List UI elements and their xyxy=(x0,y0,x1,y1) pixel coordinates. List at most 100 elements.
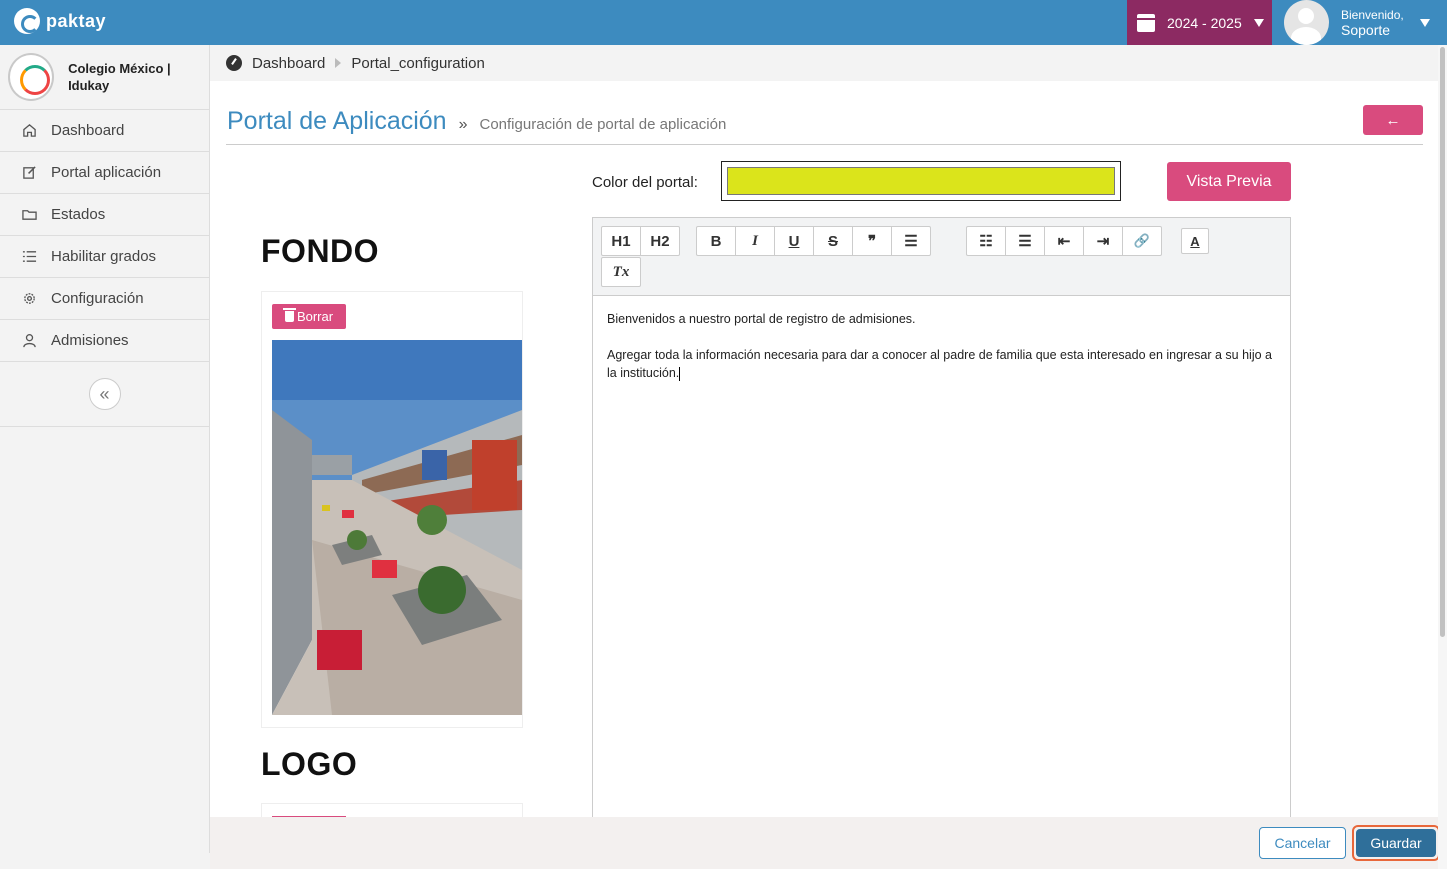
school-name: Colegio México | Idukay xyxy=(68,61,171,93)
brand-logo[interactable]: paktay xyxy=(14,8,106,34)
background-section-title: FONDO xyxy=(261,233,380,269)
brand-name: paktay xyxy=(46,10,107,31)
user-name: Soporte xyxy=(1341,21,1391,38)
editor-toolbar: H1 H2 B I U S ❞ ☰ ☷ ☰ ⇤ ⇥ 🔗 A Tx xyxy=(593,218,1290,296)
school-year-value: 2024 - 2025 xyxy=(1167,14,1242,31)
logo-section-title: LOGO xyxy=(261,746,358,782)
h1-icon: H1 xyxy=(611,232,631,250)
delete-label: Borrar xyxy=(296,309,334,324)
breadcrumb-separator-icon xyxy=(335,58,342,68)
paktay-logo-icon xyxy=(14,8,40,34)
cancel-button[interactable]: Cancelar xyxy=(1259,827,1346,859)
sidebar: Colegio México | Idukay Dashboard Portal… xyxy=(0,45,210,853)
link-icon: 🔗 xyxy=(1133,233,1151,248)
calendar-icon xyxy=(1137,13,1155,32)
heading-2-button[interactable]: H2 xyxy=(640,226,680,256)
save-button[interactable]: Guardar xyxy=(1352,825,1440,861)
strikethrough-icon: S xyxy=(827,232,838,250)
clear-format-icon: Tx xyxy=(612,263,630,280)
text-color-button[interactable]: A xyxy=(1181,228,1209,254)
delete-background-button[interactable]: Borrar xyxy=(272,304,346,329)
strikethrough-button[interactable]: S xyxy=(813,226,853,256)
sidebar-item-label: Admisiones xyxy=(51,332,129,349)
bold-button[interactable]: B xyxy=(696,226,736,256)
avatar xyxy=(1284,0,1329,45)
outdent-icon: ⇤ xyxy=(1057,233,1071,250)
sidebar-item-label: Estados xyxy=(51,206,106,223)
divider xyxy=(226,144,1423,145)
sidebar-item-dashboard[interactable]: Dashboard xyxy=(0,110,209,152)
user-menu[interactable]: Bienvenido, Soporte xyxy=(1274,0,1434,45)
breadcrumb-item-current: Portal_configuration xyxy=(351,54,485,72)
title-separator: » xyxy=(458,116,468,133)
background-image-card: Borrar xyxy=(261,291,523,728)
chevron-down-icon xyxy=(1253,18,1264,27)
underline-button[interactable]: U xyxy=(774,226,814,256)
bold-icon: B xyxy=(710,232,722,250)
h2-icon: H2 xyxy=(650,232,670,250)
quote-icon: ❞ xyxy=(867,233,877,250)
trash-icon xyxy=(282,308,296,322)
double-chevron-left-icon: « xyxy=(99,383,110,404)
chevron-down-icon xyxy=(1419,18,1430,27)
form-footer: Cancelar Guardar xyxy=(210,817,1440,869)
folder-icon xyxy=(22,207,37,222)
editor-content[interactable]: Bienvenidos a nuestro portal de registro… xyxy=(593,296,1290,414)
breadcrumb-item-dashboard[interactable]: Dashboard xyxy=(252,55,325,72)
sidebar-item-configuracion[interactable]: Configuración xyxy=(0,278,209,320)
sidebar-item-label: Dashboard xyxy=(51,122,125,139)
bullet-list-button[interactable]: ☰ xyxy=(1005,226,1045,256)
editor-paragraph: Agregar toda la información necesaria pa… xyxy=(607,348,1272,380)
portal-color-label: Color del portal: xyxy=(592,174,698,191)
sidebar-item-portal-aplicacion[interactable]: Portal aplicación xyxy=(0,152,209,194)
user-icon xyxy=(22,333,37,348)
preview-button[interactable]: Vista Previa xyxy=(1167,162,1291,201)
top-bar: paktay 2024 - 2025 Bienvenido, Soporte xyxy=(0,0,1447,45)
bullet-list-icon: ☰ xyxy=(1018,233,1032,250)
save-button-label: Guardar xyxy=(1356,829,1436,857)
page-subtitle: Configuración de portal de aplicación xyxy=(479,116,727,133)
scrollbar-thumb[interactable] xyxy=(1440,47,1445,637)
gear-icon xyxy=(22,291,37,306)
sidebar-collapse-row: « xyxy=(0,362,209,427)
align-icon: ☰ xyxy=(904,233,918,250)
school-year-selector[interactable]: 2024 - 2025 xyxy=(1127,0,1272,45)
indent-icon: ⇥ xyxy=(1096,233,1110,250)
italic-icon: I xyxy=(752,232,758,249)
ordered-list-icon: ☷ xyxy=(979,233,993,250)
blockquote-button[interactable]: ❞ xyxy=(852,226,892,256)
link-button[interactable]: 🔗 xyxy=(1122,226,1162,256)
page-title: Portal de Aplicación xyxy=(227,107,447,135)
page-scrollbar[interactable] xyxy=(1438,45,1447,869)
edit-icon xyxy=(22,165,37,180)
editor-paragraph: Bienvenidos a nuestro portal de registro… xyxy=(607,312,916,326)
portal-color-picker[interactable] xyxy=(721,161,1121,201)
page-header: Portal de Aplicación » Configuración de … xyxy=(227,107,726,136)
italic-button[interactable]: I xyxy=(735,226,775,256)
sidebar-item-label: Habilitar grados xyxy=(51,248,157,265)
clear-format-button[interactable]: Tx xyxy=(601,257,641,287)
sidebar-item-habilitar-grados[interactable]: Habilitar grados xyxy=(0,236,209,278)
portal-color-swatch xyxy=(727,167,1115,195)
main-panel: Portal de Aplicación » Configuración de … xyxy=(210,81,1438,817)
sidebar-item-estados[interactable]: Estados xyxy=(0,194,209,236)
home-icon xyxy=(22,123,37,138)
indent-button[interactable]: ⇥ xyxy=(1083,226,1123,256)
ordered-list-button[interactable]: ☷ xyxy=(966,226,1006,256)
rich-text-editor: H1 H2 B I U S ❞ ☰ ☷ ☰ ⇤ ⇥ 🔗 A Tx Bienven xyxy=(592,217,1291,817)
outdent-button[interactable]: ⇤ xyxy=(1044,226,1084,256)
school-logo-icon xyxy=(8,53,55,101)
back-button[interactable]: ← xyxy=(1363,105,1423,135)
list-icon xyxy=(22,249,37,264)
breadcrumb: Dashboard Portal_configuration xyxy=(210,45,1438,81)
text-cursor xyxy=(679,366,681,381)
heading-1-button[interactable]: H1 xyxy=(601,226,641,256)
dashboard-icon xyxy=(226,55,242,71)
text-color-icon: A xyxy=(1190,233,1200,249)
arrow-left-icon: ← xyxy=(1385,111,1401,129)
align-button[interactable]: ☰ xyxy=(891,226,931,256)
underline-icon: U xyxy=(788,232,800,250)
collapse-sidebar-button[interactable]: « xyxy=(88,378,121,410)
sidebar-item-admisiones[interactable]: Admisiones xyxy=(0,320,209,362)
school-header: Colegio México | Idukay xyxy=(0,45,209,110)
